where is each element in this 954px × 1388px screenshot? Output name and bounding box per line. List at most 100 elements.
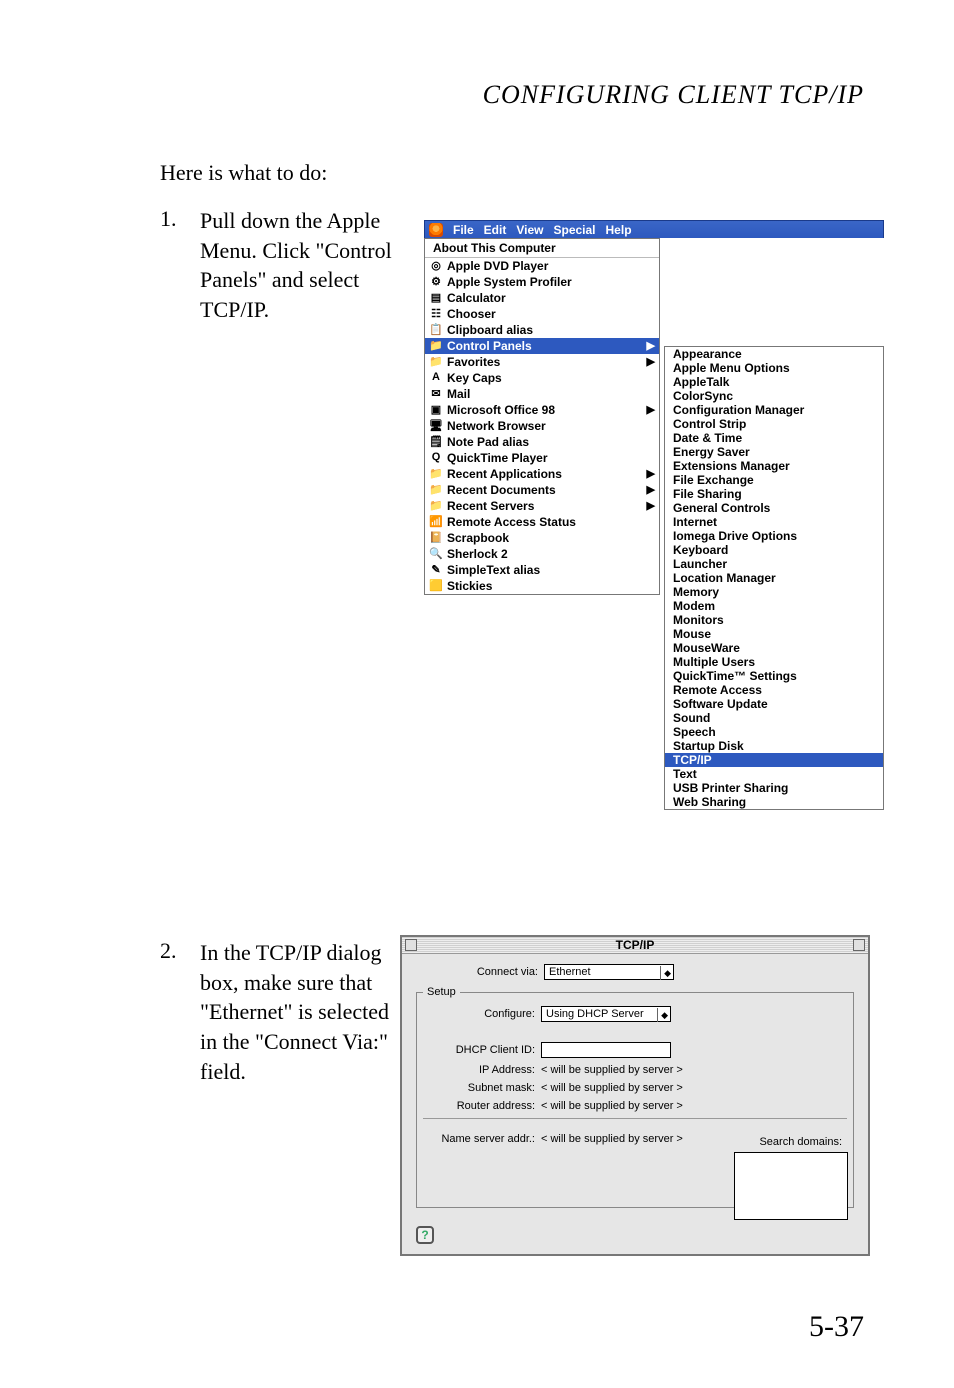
stickies-icon: 🟨 bbox=[429, 579, 443, 593]
configure-label: Configure: bbox=[423, 1008, 541, 1020]
quicktime-icon: Q bbox=[429, 451, 443, 465]
help-button[interactable]: ? bbox=[416, 1226, 434, 1244]
control-panels-icon: 📁 bbox=[429, 339, 443, 353]
cp-file-exchange[interactable]: File Exchange bbox=[665, 473, 883, 487]
cp-control-strip[interactable]: Control Strip bbox=[665, 417, 883, 431]
menu-favorites[interactable]: 📁Favorites▶ bbox=[425, 354, 659, 370]
cp-internet[interactable]: Internet bbox=[665, 515, 883, 529]
dhcp-client-id-input[interactable] bbox=[541, 1042, 671, 1058]
ip-address-label: IP Address: bbox=[423, 1064, 541, 1076]
mail-icon: ✉ bbox=[429, 387, 443, 401]
cp-configuration-manager[interactable]: Configuration Manager bbox=[665, 403, 883, 417]
cp-memory[interactable]: Memory bbox=[665, 585, 883, 599]
tcpip-titlebar[interactable]: TCP/IP bbox=[402, 937, 868, 954]
cp-quicktime-settings[interactable]: QuickTime™ Settings bbox=[665, 669, 883, 683]
menu-help[interactable]: Help bbox=[606, 223, 632, 237]
menu-apple-system-profiler[interactable]: ⚙Apple System Profiler bbox=[425, 274, 659, 290]
menu-note-pad[interactable]: 🗒Note Pad alias bbox=[425, 434, 659, 450]
cp-monitors[interactable]: Monitors bbox=[665, 613, 883, 627]
menu-quicktime-player[interactable]: QQuickTime Player bbox=[425, 450, 659, 466]
dhcp-client-id-label: DHCP Client ID: bbox=[423, 1044, 541, 1056]
menu-file[interactable]: File bbox=[453, 223, 474, 237]
page-number: 5-37 bbox=[809, 1310, 864, 1344]
chevron-right-icon: ▶ bbox=[647, 483, 655, 496]
control-panels-submenu: Appearance Apple Menu Options AppleTalk … bbox=[664, 346, 884, 810]
zoom-box[interactable] bbox=[853, 939, 865, 951]
cp-speech[interactable]: Speech bbox=[665, 725, 883, 739]
search-domains-input[interactable] bbox=[734, 1152, 848, 1220]
cp-general-controls[interactable]: General Controls bbox=[665, 501, 883, 515]
cp-startup-disk[interactable]: Startup Disk bbox=[665, 739, 883, 753]
cp-modem[interactable]: Modem bbox=[665, 599, 883, 613]
connect-via-select[interactable]: Ethernet ◆ bbox=[544, 964, 674, 980]
menu-recent-documents[interactable]: 📁Recent Documents▶ bbox=[425, 482, 659, 498]
chevron-right-icon: ▶ bbox=[647, 339, 655, 352]
folder-icon: 📁 bbox=[429, 467, 443, 481]
intro-text: Here is what to do: bbox=[160, 160, 870, 186]
cp-energy-saver[interactable]: Energy Saver bbox=[665, 445, 883, 459]
tcpip-window: TCP/IP Connect via: Ethernet ◆ Setup Con… bbox=[400, 935, 870, 1256]
network-icon: 🖥 bbox=[429, 419, 443, 433]
cp-software-update[interactable]: Software Update bbox=[665, 697, 883, 711]
cp-sound[interactable]: Sound bbox=[665, 711, 883, 725]
menu-view[interactable]: View bbox=[516, 223, 543, 237]
cp-iomega[interactable]: Iomega Drive Options bbox=[665, 529, 883, 543]
menu-recent-servers[interactable]: 📁Recent Servers▶ bbox=[425, 498, 659, 514]
menu-simpletext[interactable]: ✎SimpleText alias bbox=[425, 562, 659, 578]
profiler-icon: ⚙ bbox=[429, 275, 443, 289]
cp-multiple-users[interactable]: Multiple Users bbox=[665, 655, 883, 669]
menu-key-caps[interactable]: AKey Caps bbox=[425, 370, 659, 386]
menu-edit[interactable]: Edit bbox=[484, 223, 507, 237]
cp-location-manager[interactable]: Location Manager bbox=[665, 571, 883, 585]
menu-control-panels[interactable]: 📁Control Panels▶ bbox=[425, 338, 659, 354]
cp-appletalk[interactable]: AppleTalk bbox=[665, 375, 883, 389]
menu-microsoft-office[interactable]: ▣Microsoft Office 98▶ bbox=[425, 402, 659, 418]
cp-launcher[interactable]: Launcher bbox=[665, 557, 883, 571]
cp-appearance[interactable]: Appearance bbox=[665, 347, 883, 361]
menu-chooser[interactable]: ☷Chooser bbox=[425, 306, 659, 322]
menu-mail[interactable]: ✉Mail bbox=[425, 386, 659, 402]
menu-network-browser[interactable]: 🖥Network Browser bbox=[425, 418, 659, 434]
page-title: CONFIGURING CLIENT TCP/IP bbox=[160, 80, 870, 110]
menu-bar: File Edit View Special Help bbox=[424, 220, 884, 238]
cp-file-sharing[interactable]: File Sharing bbox=[665, 487, 883, 501]
menu-special[interactable]: Special bbox=[553, 223, 595, 237]
cp-text[interactable]: Text bbox=[665, 767, 883, 781]
cp-colorsync[interactable]: ColorSync bbox=[665, 389, 883, 403]
msoffice-icon: ▣ bbox=[429, 403, 443, 417]
disc-icon: ◎ bbox=[429, 259, 443, 273]
menu-clipboard-alias[interactable]: 📋Clipboard alias bbox=[425, 322, 659, 338]
cp-keyboard[interactable]: Keyboard bbox=[665, 543, 883, 557]
configure-select[interactable]: Using DHCP Server ◆ bbox=[541, 1006, 671, 1022]
router-address-value: < will be supplied by server > bbox=[541, 1100, 683, 1112]
menu-apple-dvd-player[interactable]: ◎Apple DVD Player bbox=[425, 258, 659, 274]
menu-recent-applications[interactable]: 📁Recent Applications▶ bbox=[425, 466, 659, 482]
menu-about-computer[interactable]: About This Computer bbox=[425, 239, 659, 258]
close-box[interactable] bbox=[405, 939, 417, 951]
configure-value: Using DHCP Server bbox=[546, 1008, 644, 1020]
subnet-mask-value: < will be supplied by server > bbox=[541, 1082, 683, 1094]
chevron-right-icon: ▶ bbox=[647, 403, 655, 416]
menu-sherlock[interactable]: 🔍Sherlock 2 bbox=[425, 546, 659, 562]
cp-web-sharing[interactable]: Web Sharing bbox=[665, 795, 883, 809]
ip-address-value: < will be supplied by server > bbox=[541, 1064, 683, 1076]
cp-usb-printer-sharing[interactable]: USB Printer Sharing bbox=[665, 781, 883, 795]
cp-mouseware[interactable]: MouseWare bbox=[665, 641, 883, 655]
cp-remote-access[interactable]: Remote Access bbox=[665, 683, 883, 697]
remote-access-icon: 📶 bbox=[429, 515, 443, 529]
menu-remote-access-status[interactable]: 📶Remote Access Status bbox=[425, 514, 659, 530]
chevron-right-icon: ▶ bbox=[647, 355, 655, 368]
menu-stickies[interactable]: 🟨Stickies bbox=[425, 578, 659, 594]
cp-tcpip[interactable]: TCP/IP bbox=[665, 753, 883, 767]
cp-date-time[interactable]: Date & Time bbox=[665, 431, 883, 445]
cp-extensions-manager[interactable]: Extensions Manager bbox=[665, 459, 883, 473]
folder-icon: 📁 bbox=[429, 499, 443, 513]
menu-scrapbook[interactable]: 📔Scrapbook bbox=[425, 530, 659, 546]
menu-calculator[interactable]: ▤Calculator bbox=[425, 290, 659, 306]
keycaps-icon: A bbox=[429, 371, 443, 385]
cp-mouse[interactable]: Mouse bbox=[665, 627, 883, 641]
apple-logo-icon[interactable] bbox=[429, 223, 443, 237]
search-domains-label: Search domains: bbox=[759, 1136, 842, 1148]
cp-apple-menu-options[interactable]: Apple Menu Options bbox=[665, 361, 883, 375]
step-1-number: 1. bbox=[160, 206, 200, 232]
